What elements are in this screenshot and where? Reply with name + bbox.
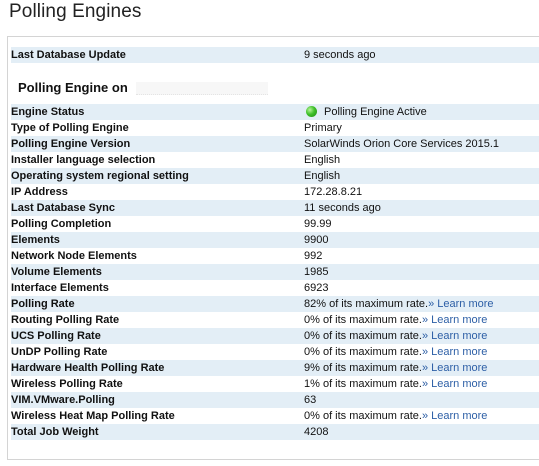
detail-row: Routing Polling Rate 0% of its maximum ra… (11, 312, 539, 328)
row-value-cell: 6923 (304, 280, 328, 296)
detail-row: Total Job Weight 4208 (11, 424, 539, 440)
detail-row: Network Node Elements 992 (11, 248, 539, 264)
row-label: VIM.VMware.Polling (11, 394, 115, 406)
row-value: Primary (304, 122, 342, 134)
section-title: Polling Engine on (18, 80, 128, 95)
learn-more-link[interactable]: » Learn more (428, 298, 493, 310)
learn-more-link[interactable]: » Learn more (422, 314, 487, 326)
row-label: Hardware Health Polling Rate (11, 362, 165, 374)
detail-row: VIM.VMware.Polling 63 (11, 392, 539, 408)
row-label: Wireless Heat Map Polling Rate (11, 410, 175, 422)
row-value: 172.28.8.21 (304, 186, 363, 198)
row-label: UCS Polling Rate (11, 330, 101, 342)
detail-row: IP Address 172.28.8.21 (11, 184, 539, 200)
row-value-cell: 0% of its maximum rate.» Learn more (304, 344, 487, 360)
row-label: Operating system regional setting (11, 170, 189, 182)
row-value: 63 (304, 394, 317, 406)
row-value-cell: 82% of its maximum rate.» Learn more (304, 296, 494, 312)
row-value-cell: Polling Engine Active (304, 104, 427, 120)
row-value-cell: 9% of its maximum rate.» Learn more (304, 360, 487, 376)
page-title: Polling Engines (9, 1, 142, 22)
row-label: Polling Completion (11, 218, 112, 230)
detail-row: Polling Engine Version SolarWinds Orion C… (11, 136, 539, 152)
row-value: English (304, 170, 341, 182)
row-label: Network Node Elements (11, 250, 137, 262)
row-value-cell: English (304, 168, 340, 184)
detail-row: Type of Polling Engine Primary (11, 120, 539, 136)
row-value-cell: 992 (304, 248, 322, 264)
row-value: 9 seconds ago (304, 49, 376, 61)
row-value: 1% of its maximum rate. (304, 378, 422, 390)
row-value: SolarWinds Orion Core Services 2015.1 (304, 138, 500, 150)
detail-row: Interface Elements 6923 (11, 280, 539, 296)
learn-more-link[interactable]: » Learn more (422, 378, 487, 390)
row-label: Elements (11, 234, 60, 246)
row-label: IP Address (11, 186, 68, 198)
row-label: Last Database Update (11, 49, 126, 61)
row-value-cell: 172.28.8.21 (304, 184, 362, 200)
row-value: 0% of its maximum rate. (304, 346, 422, 358)
redacted-engine-name (135, 82, 268, 96)
detail-row: Wireless Polling Rate 1% of its maximum r… (11, 376, 539, 392)
row-value-cell: 99.99 (304, 216, 332, 232)
row-value: 992 (304, 250, 323, 262)
row-value-cell: 11 seconds ago (304, 200, 381, 216)
row-value-cell: Primary (304, 120, 342, 136)
row-value: Polling Engine Active (324, 106, 427, 118)
row-label: Type of Polling Engine (11, 122, 129, 134)
status-active-icon (306, 106, 317, 117)
row-value-cell: 0% of its maximum rate.» Learn more (304, 408, 487, 424)
row-value-cell: SolarWinds Orion Core Services 2015.1 (304, 136, 499, 152)
row-label: Last Database Sync (11, 202, 115, 214)
row-value-cell: 9900 (304, 232, 328, 248)
row-label: UnDP Polling Rate (11, 346, 108, 358)
detail-row: Hardware Health Polling Rate 9% of its ma… (11, 360, 539, 376)
row-value: 0% of its maximum rate. (304, 314, 422, 326)
detail-row: Elements 9900 (11, 232, 539, 248)
row-label: Interface Elements (11, 282, 109, 294)
detail-row: Volume Elements 1985 (11, 264, 539, 280)
row-value: 6923 (304, 282, 329, 294)
row-value-cell: 4208 (304, 424, 328, 440)
detail-row: Polling Rate 82% of its maximum rate.» Le… (11, 296, 539, 312)
detail-row: Wireless Heat Map Polling Rate 0% of its … (11, 408, 539, 424)
detail-row: Last Database Sync 11 seconds ago (11, 200, 539, 216)
row-label: Volume Elements (11, 266, 102, 278)
row-value: 82% of its maximum rate. (304, 298, 429, 310)
detail-row: UnDP Polling Rate 0% of its maximum rate.… (11, 344, 539, 360)
row-value-cell: 0% of its maximum rate.» Learn more (304, 312, 487, 328)
row-value-cell: English (304, 152, 340, 168)
row-label: Engine Status (11, 106, 85, 118)
row-label: Polling Engine Version (11, 138, 131, 150)
row-value: 9900 (304, 234, 329, 246)
row-value: 99.99 (304, 218, 332, 230)
detail-row: Operating system regional setting English (11, 168, 539, 184)
row-value-cell: 1% of its maximum rate.» Learn more (304, 376, 487, 392)
detail-row: Engine Status Polling Engine Active (11, 104, 539, 120)
last-database-update-row: Last Database Update 9 seconds ago (11, 47, 539, 63)
learn-more-link[interactable]: » Learn more (422, 410, 487, 422)
row-value-cell: 63 (304, 392, 316, 408)
detail-row: UCS Polling Rate 0% of its maximum rate.»… (11, 328, 539, 344)
row-value-cell: 0% of its maximum rate.» Learn more (304, 328, 487, 344)
learn-more-link[interactable]: » Learn more (422, 330, 487, 342)
row-value: 9% of its maximum rate. (304, 362, 422, 374)
row-label: Routing Polling Rate (11, 314, 120, 326)
row-value: 0% of its maximum rate. (304, 410, 422, 422)
row-value-cell: 1985 (304, 264, 328, 280)
learn-more-link[interactable]: » Learn more (422, 362, 487, 374)
row-value: 1985 (304, 266, 329, 278)
row-value: 4208 (304, 426, 329, 438)
row-value: English (304, 154, 341, 166)
detail-row: Installer language selection English (11, 152, 539, 168)
learn-more-link[interactable]: » Learn more (422, 346, 487, 358)
row-label: Installer language selection (11, 154, 156, 166)
row-label: Wireless Polling Rate (11, 378, 123, 390)
row-value: 0% of its maximum rate. (304, 330, 422, 342)
row-label: Polling Rate (11, 298, 75, 310)
detail-row: Polling Completion 99.99 (11, 216, 539, 232)
row-value: 11 seconds ago (304, 202, 381, 214)
row-label: Total Job Weight (11, 426, 99, 438)
section-heading: Polling Engine on (18, 80, 268, 96)
